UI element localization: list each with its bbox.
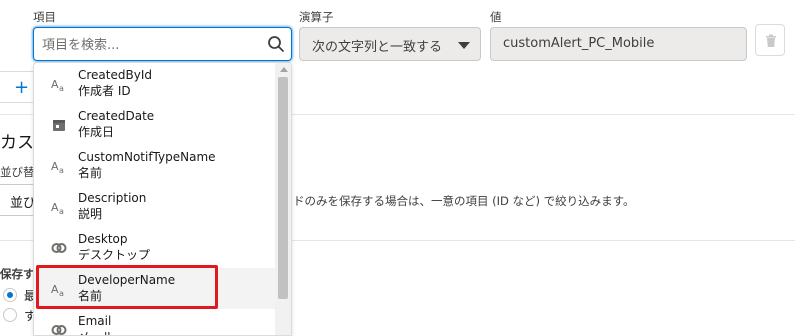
field-search-box[interactable] xyxy=(33,27,292,61)
option-label: 名前 xyxy=(78,166,103,180)
toggle-icon xyxy=(51,243,67,253)
sort-label: 並び替 xyxy=(0,165,35,179)
operator-select[interactable]: 次の文字列と一致する xyxy=(299,27,481,61)
scroll-up-arrow-icon[interactable] xyxy=(280,67,288,72)
dropdown-option[interactable]: Email メール xyxy=(34,309,276,335)
dropdown-option[interactable]: Aa CreatedById 作成者 ID xyxy=(34,63,276,104)
calendar-icon xyxy=(53,120,65,131)
svg-text:A: A xyxy=(51,201,59,214)
option-label: デスクトップ xyxy=(78,248,151,262)
svg-text:A: A xyxy=(51,160,59,173)
field-search-input[interactable] xyxy=(42,35,267,55)
option-api-name: CustomNotifTypeName xyxy=(78,150,216,164)
text-type-icon: Aa xyxy=(51,160,64,174)
value-label: 値 xyxy=(490,10,502,24)
text-type-icon: Aa xyxy=(51,78,64,92)
save-label: 保存す xyxy=(0,267,35,281)
option-api-name: CreatedDate xyxy=(78,109,155,123)
option-label: 説明 xyxy=(78,207,103,221)
chevron-down-icon xyxy=(458,42,470,49)
svg-text:a: a xyxy=(59,166,64,174)
svg-text:a: a xyxy=(59,207,64,215)
annotation-highlight-box xyxy=(36,265,218,309)
option-api-name: Desktop xyxy=(78,232,128,246)
search-icon[interactable] xyxy=(267,35,285,53)
text-type-icon: Aa xyxy=(51,201,64,215)
operator-value: 次の文字列と一致する xyxy=(312,40,443,55)
trash-icon xyxy=(766,34,776,47)
operator-label: 演算子 xyxy=(299,10,334,24)
option-api-name: CreatedById xyxy=(78,68,152,82)
dropdown-option[interactable]: Aa Description 説明 xyxy=(34,186,276,227)
scrollbar-thumb[interactable] xyxy=(278,77,288,299)
option-label: 作成日 xyxy=(78,125,115,139)
option-api-name: Email xyxy=(78,314,112,328)
section-title: カスタ xyxy=(0,133,36,153)
dropdown-option[interactable]: Aa CustomNotifTypeName 名前 xyxy=(34,145,276,186)
svg-text:a: a xyxy=(59,84,64,92)
value-text: customAlert_PC_Mobile xyxy=(503,36,655,51)
option-label: 作成者 ID xyxy=(78,84,131,98)
svg-text:A: A xyxy=(51,78,59,91)
plus-icon: + xyxy=(14,77,30,98)
toggle-icon xyxy=(51,325,67,335)
radio-option[interactable] xyxy=(3,308,17,322)
delete-filter-button[interactable] xyxy=(755,24,785,56)
option-api-name: Description xyxy=(78,191,147,205)
option-label: メール xyxy=(78,328,114,335)
field-label: 項目 xyxy=(33,10,56,24)
radio-option[interactable] xyxy=(3,288,17,302)
dropdown-option[interactable]: Desktop デスクトップ xyxy=(34,227,276,268)
dropdown-option[interactable]: CreatedDate 作成日 xyxy=(34,104,276,145)
value-field[interactable]: customAlert_PC_Mobile xyxy=(490,27,747,61)
help-text: ドのみを保存する場合は、一意の項目 (ID など) で絞り込みます。 xyxy=(293,194,635,208)
